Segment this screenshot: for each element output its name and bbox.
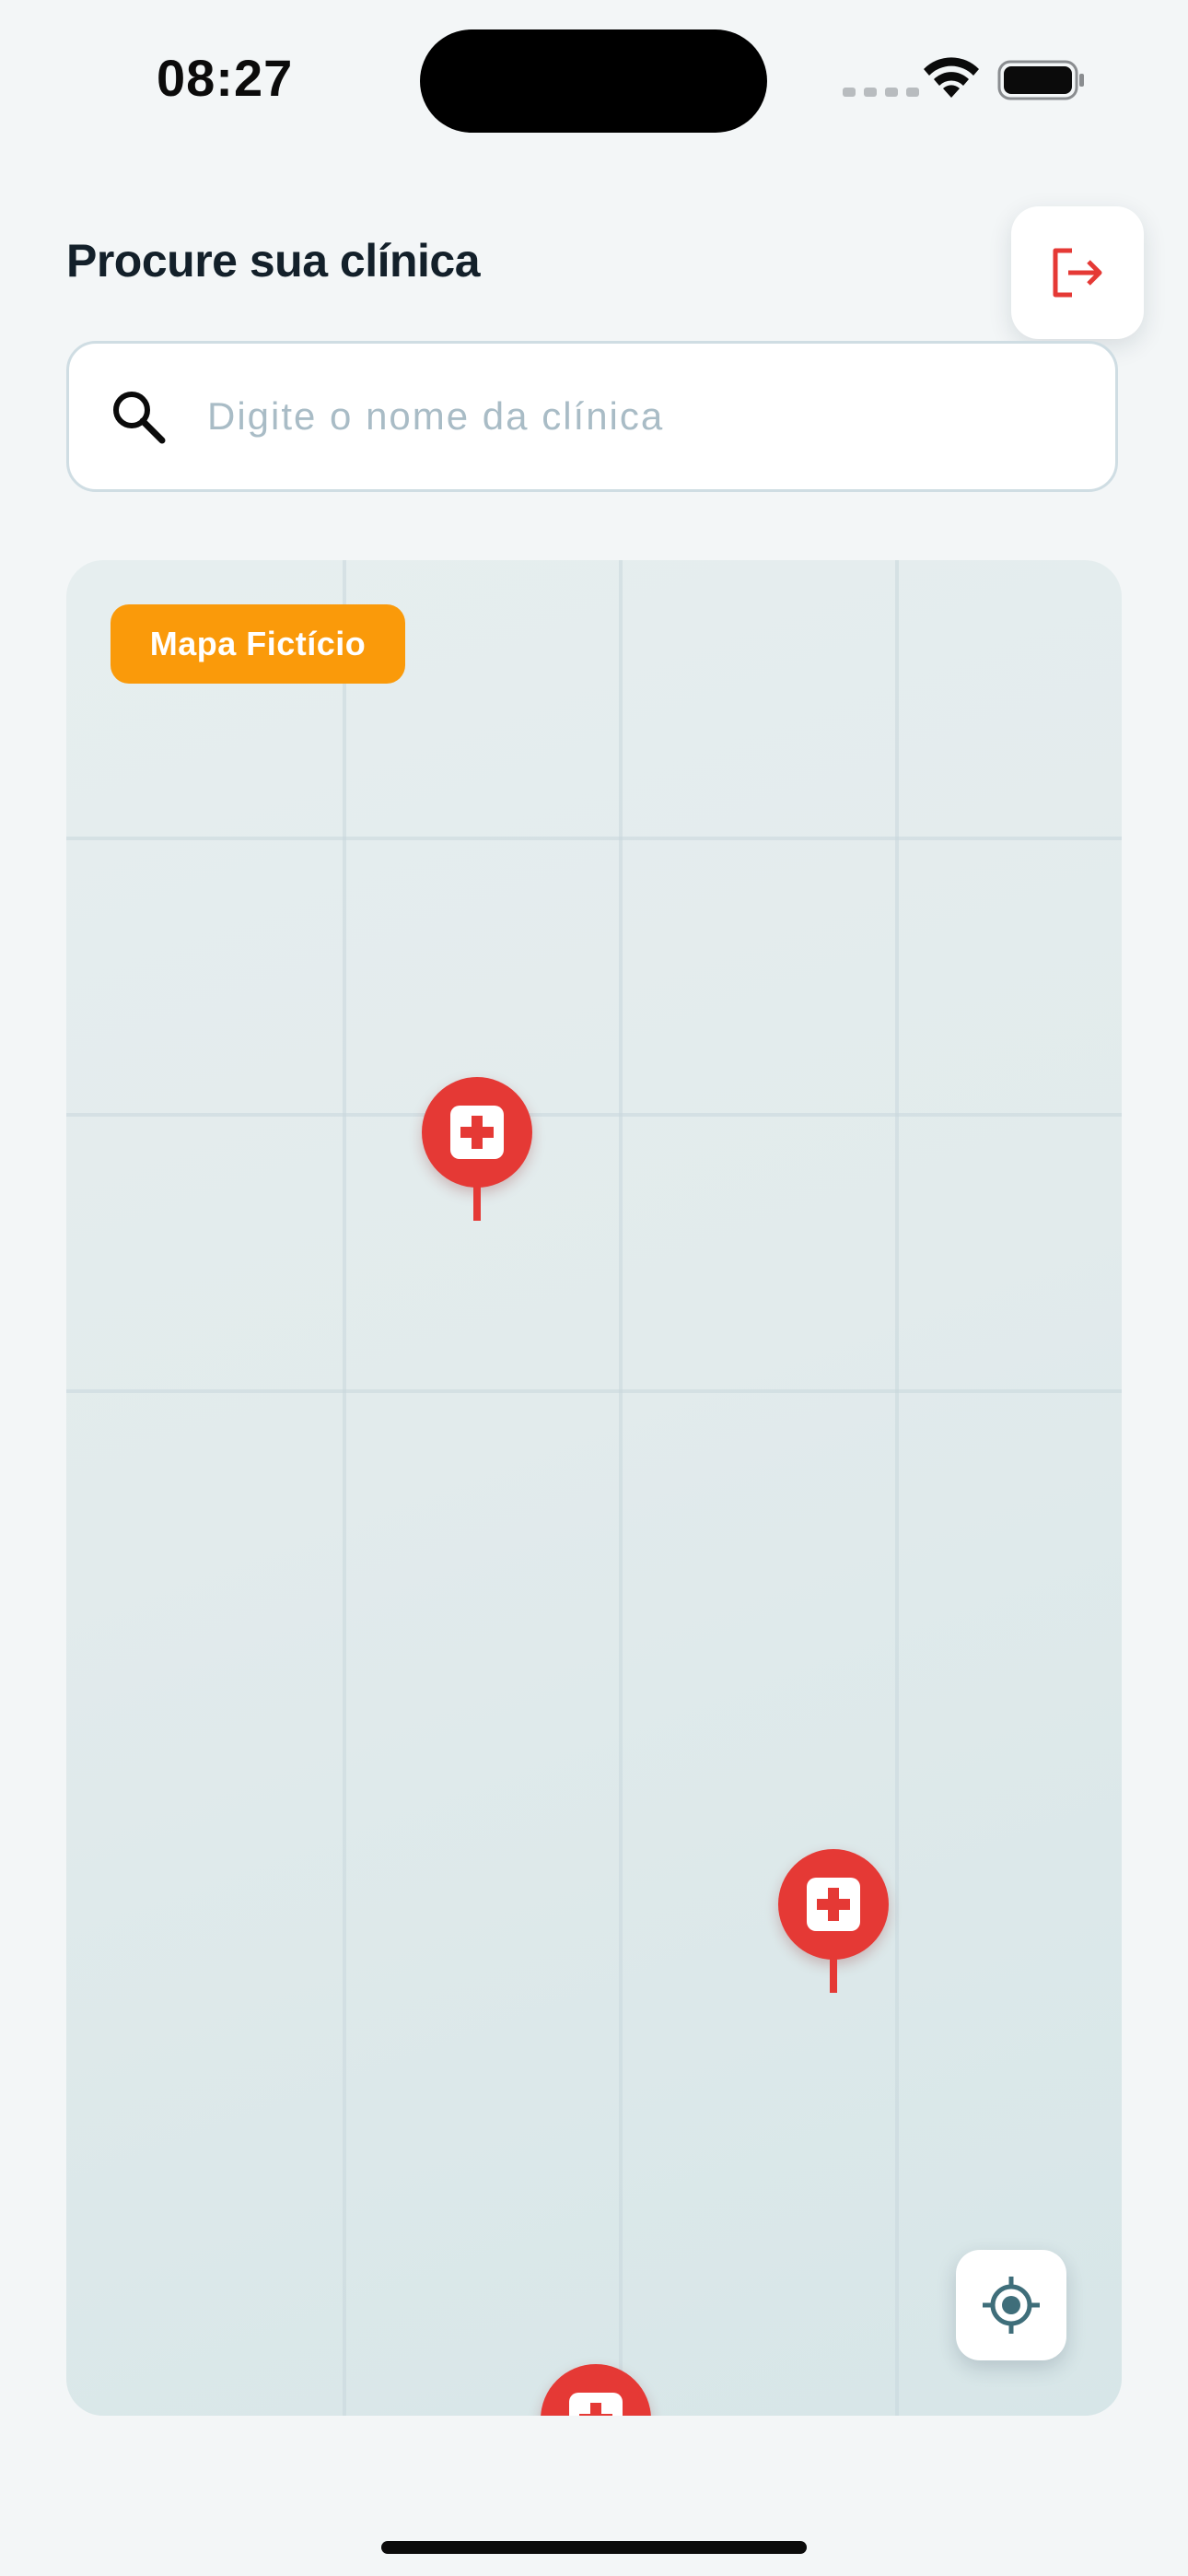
pin-head [422,1077,532,1188]
medical-cross-icon [807,1878,860,1931]
map-badge: Mapa Fictício [111,604,405,684]
clinic-pin[interactable] [778,1849,889,1993]
pin-tail [473,1186,481,1221]
medical-cross-icon [450,1106,504,1159]
logout-button[interactable] [1011,206,1144,339]
cellular-signal-icon [843,88,919,97]
map-view[interactable]: Mapa Fictício [66,560,1122,2416]
home-indicator[interactable] [381,2541,807,2554]
crosshair-location-icon [983,2277,1040,2334]
search-icon [113,392,166,444]
dynamic-island [420,29,767,133]
clinic-search-screen: 08:27 Procure sua clínica Digite o nome … [0,0,1188,2576]
clinic-pin[interactable] [422,1077,532,1221]
pin-head [778,1849,889,1960]
map-grid-line [66,1389,1122,1393]
logout-icon [1053,248,1102,298]
status-time: 08:27 [157,49,294,107]
search-box[interactable] [66,341,1118,492]
medical-cross-icon [569,2393,623,2416]
battery-icon [997,60,1084,100]
page-title: Procure sua clínica [66,235,481,287]
pin-head [541,2364,651,2416]
wifi-icon [924,57,979,98]
locate-me-button[interactable] [956,2250,1066,2360]
map-grid-line [66,1113,1122,1117]
pin-tail [830,1958,837,1993]
clinic-pin[interactable] [541,2364,651,2416]
map-grid-line [66,837,1122,840]
search-input[interactable] [205,393,1038,439]
